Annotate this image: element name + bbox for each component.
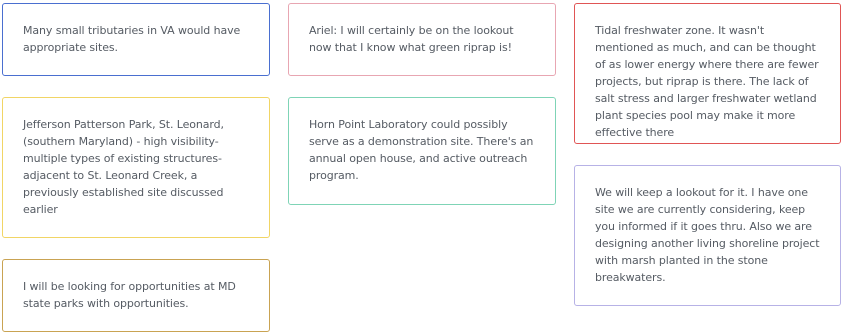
note-md-state-parks[interactable]: I will be looking for opportunities at M… (2, 259, 270, 332)
note-tidal-freshwater[interactable]: Tidal freshwater zone. It wasn't mention… (574, 3, 841, 144)
note-text: Many small tributaries in VA would have … (23, 24, 241, 54)
note-text: Jefferson Patterson Park, St. Leonard, (… (23, 118, 224, 216)
note-living-shoreline[interactable]: We will keep a lookout for it. I have on… (574, 165, 841, 306)
note-text: Tidal freshwater zone. It wasn't mention… (595, 24, 819, 139)
note-va-tributaries[interactable]: Many small tributaries in VA would have … (2, 3, 270, 76)
note-text: We will keep a lookout for it. I have on… (595, 186, 820, 284)
note-text: Horn Point Laboratory could possibly ser… (309, 118, 534, 182)
note-horn-point[interactable]: Horn Point Laboratory could possibly ser… (288, 97, 556, 205)
note-ariel-green-riprap[interactable]: Ariel: I will certainly be on the lookou… (288, 3, 556, 76)
note-text: Ariel: I will certainly be on the lookou… (309, 24, 514, 54)
note-text: I will be looking for opportunities at M… (23, 280, 236, 310)
note-jefferson-patterson[interactable]: Jefferson Patterson Park, St. Leonard, (… (2, 97, 270, 238)
